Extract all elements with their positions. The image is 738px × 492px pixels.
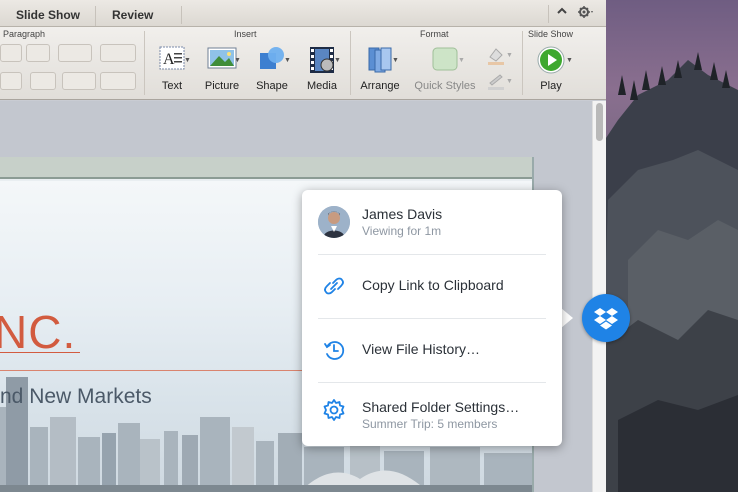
quick-styles-button-label: Quick Styles [414,80,476,92]
dropbox-popup: James Davis Viewing for 1m Copy Link to … [302,190,562,446]
play-dropdown-icon[interactable]: ▼ [566,57,573,64]
tab-divider-right [548,5,549,23]
gear-icon [318,394,350,426]
title-underline [0,352,80,353]
ribbon: Paragraph Insert A Text ▼ Picture ▼ Shap… [0,27,606,100]
film-icon [310,47,334,73]
shape-dropdown-icon[interactable]: ▼ [284,57,291,64]
dropbox-badge[interactable] [582,294,630,342]
tab-review[interactable]: Review [95,6,169,26]
line-color-icon[interactable]: ▼ [486,71,513,91]
file-history-item[interactable]: View File History… [318,334,546,366]
text-button-label: Text [161,80,183,92]
text-direction-button[interactable] [62,72,96,90]
popup-divider [318,382,546,383]
shared-folder-settings-item[interactable]: Shared Folder Settings… Summer Trip: 5 m… [318,394,546,434]
viewer-status: Viewing for 1m [362,224,442,238]
slide-header-band [0,157,532,179]
svg-text:▼: ▼ [506,78,512,85]
gear-icon[interactable] [578,5,594,22]
file-history-label: View File History… [362,341,480,357]
shared-folder-settings-label: Shared Folder Settings… [362,399,520,415]
quick-styles-dropdown-icon[interactable]: ▼ [458,57,465,64]
play-icon [537,46,565,74]
link-icon [318,270,350,302]
group-label-paragraph: Paragraph [3,29,46,39]
popup-pointer [561,308,573,328]
popup-divider [318,318,546,319]
svg-text:A: A [163,51,175,68]
group-divider [350,31,351,95]
quick-styles-icon [432,47,458,71]
play-button-label: Play [540,80,562,92]
line-spacing-button[interactable] [58,44,92,62]
shape-icon [260,47,284,69]
decrease-indent-button[interactable] [0,44,22,62]
tab-divider [181,6,182,24]
collapse-ribbon-icon[interactable] [556,5,568,20]
increase-indent-button[interactable] [26,44,50,62]
text-box-icon: A [159,46,185,70]
group-divider [144,31,145,95]
dropbox-icon [594,308,618,330]
tab-slide-show[interactable]: Slide Show [0,6,96,26]
copy-link-label: Copy Link to Clipboard [362,277,504,293]
shape-button-label: Shape [256,80,288,92]
columns-button[interactable] [100,44,136,62]
picture-dropdown-icon[interactable]: ▼ [234,57,241,64]
desktop-wallpaper [598,0,738,492]
group-divider [522,31,523,95]
ribbon-tabbar: Slide Show Review [0,0,606,27]
picture-icon [207,47,237,69]
align-justify-button[interactable] [0,72,22,90]
slide-title[interactable]: NC. [0,305,76,359]
avatar [318,206,350,238]
shared-folder-members: Summer Trip: 5 members [362,417,498,431]
arrange-button-label: Arrange [360,80,400,92]
picture-button-label: Picture [204,80,240,92]
quick-styles-button[interactable]: Quick Styles [410,27,480,97]
fill-color-icon[interactable]: ▼ [486,45,513,65]
text-dropdown-icon[interactable]: ▼ [184,57,191,64]
viewer-name: James Davis [362,206,443,222]
copy-link-item[interactable]: Copy Link to Clipboard [318,270,546,302]
arrange-dropdown-icon[interactable]: ▼ [392,57,399,64]
popup-divider [318,254,546,255]
media-button-label: Media [307,80,337,92]
slide-subtitle[interactable]: nd New Markets [0,385,152,409]
align-text-button[interactable] [100,72,136,90]
svg-text:▼: ▼ [506,52,512,59]
arrange-icon [368,47,392,73]
distribute-button[interactable] [30,72,56,90]
history-icon [318,334,350,366]
viewer-row[interactable]: James Davis Viewing for 1m [318,206,546,242]
media-dropdown-icon[interactable]: ▼ [334,57,341,64]
scrollbar-thumb[interactable] [596,103,603,141]
